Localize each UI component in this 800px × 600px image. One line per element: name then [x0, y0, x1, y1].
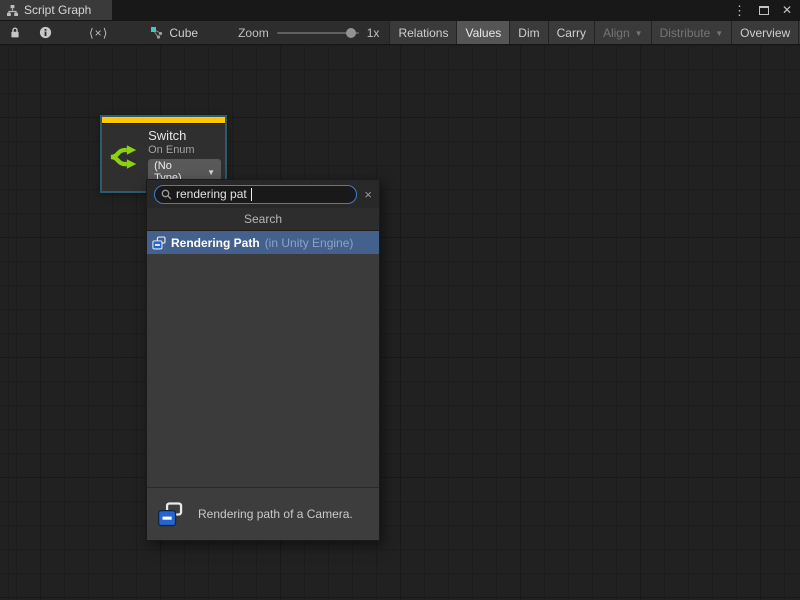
maximize-icon[interactable] [759, 6, 769, 15]
graph-name: Cube [169, 26, 198, 40]
info-icon [39, 26, 52, 39]
lock-icon [9, 26, 21, 39]
button-label: Values [465, 26, 501, 40]
results-list[interactable] [147, 254, 379, 487]
align-dropdown-button[interactable]: Align ▼ [595, 21, 651, 44]
switch-icon [109, 142, 139, 172]
carry-button[interactable]: Carry [549, 21, 594, 44]
search-input[interactable]: rendering pat [154, 185, 357, 204]
node-title: Switch [148, 128, 221, 143]
results-header-label: Search [244, 212, 282, 226]
node-text: Switch On Enum (No Type) ▼ [148, 128, 221, 186]
button-label: Relations [398, 26, 448, 40]
search-icon [161, 189, 172, 200]
tab-script-graph[interactable]: Script Graph [0, 0, 112, 20]
search-result-row[interactable]: Rendering Path (in Unity Engine) [147, 231, 379, 254]
chevron-down-icon: ▼ [715, 29, 723, 38]
search-bar: rendering pat × [147, 180, 379, 208]
zoom-slider[interactable] [277, 32, 359, 34]
distribute-dropdown-button[interactable]: Distribute ▼ [652, 21, 732, 44]
button-label: Dim [518, 26, 539, 40]
kebab-menu-icon[interactable]: ⋮ [733, 4, 746, 17]
chevron-down-icon: ▼ [635, 29, 643, 38]
graph-icon [6, 4, 19, 17]
node-subtitle: On Enum [148, 144, 221, 156]
code-icon: ⟨×⟩ [89, 26, 108, 40]
graph-toolbar: ⟨×⟩ Cube Zoom 1x Relations Values Dim Ca… [0, 20, 800, 45]
zoom-value: 1x [367, 26, 380, 40]
result-description: Rendering path of a Camera. [198, 507, 353, 521]
title-bar: Script Graph ⋮ ✕ [0, 0, 800, 20]
button-label: Carry [557, 26, 586, 40]
lock-button[interactable] [0, 21, 30, 44]
zoom-control: Zoom 1x [210, 21, 389, 44]
toolbar-toggle-group: Relations Values Dim Carry Align ▼ Distr… [389, 21, 800, 44]
close-icon[interactable]: ✕ [782, 4, 792, 16]
button-label: Overview [740, 26, 790, 40]
results-header: Search [147, 208, 379, 231]
graph-owner-button[interactable]: Cube [136, 21, 210, 44]
enum-icon [152, 236, 166, 250]
dim-button[interactable]: Dim [510, 21, 547, 44]
overview-button[interactable]: Overview [732, 21, 798, 44]
chevron-down-icon: ▼ [207, 168, 215, 177]
node-graph-icon [150, 26, 163, 39]
text-caret [251, 188, 252, 201]
result-name: Rendering Path [171, 236, 260, 250]
edit-graph-button[interactable]: ⟨×⟩ [61, 21, 136, 44]
result-context: (in Unity Engine) [265, 236, 354, 250]
values-button[interactable]: Values [457, 21, 509, 44]
clear-search-button[interactable]: × [364, 188, 372, 201]
button-label: Align [603, 26, 630, 40]
popup-footer: Rendering path of a Camera. [147, 487, 379, 540]
zoom-label: Zoom [238, 26, 269, 40]
tab-title: Script Graph [24, 3, 91, 17]
search-query: rendering pat [176, 187, 247, 201]
zoom-slider-handle[interactable] [346, 28, 356, 38]
relations-button[interactable]: Relations [390, 21, 456, 44]
fuzzy-finder-popup: rendering pat × Search Rendering Path (i… [146, 179, 380, 541]
info-button[interactable] [30, 21, 61, 44]
window-controls: ⋮ ✕ [733, 0, 800, 20]
button-label: Distribute [660, 26, 711, 40]
enum-icon [157, 501, 183, 528]
node-warning-header [102, 117, 225, 124]
